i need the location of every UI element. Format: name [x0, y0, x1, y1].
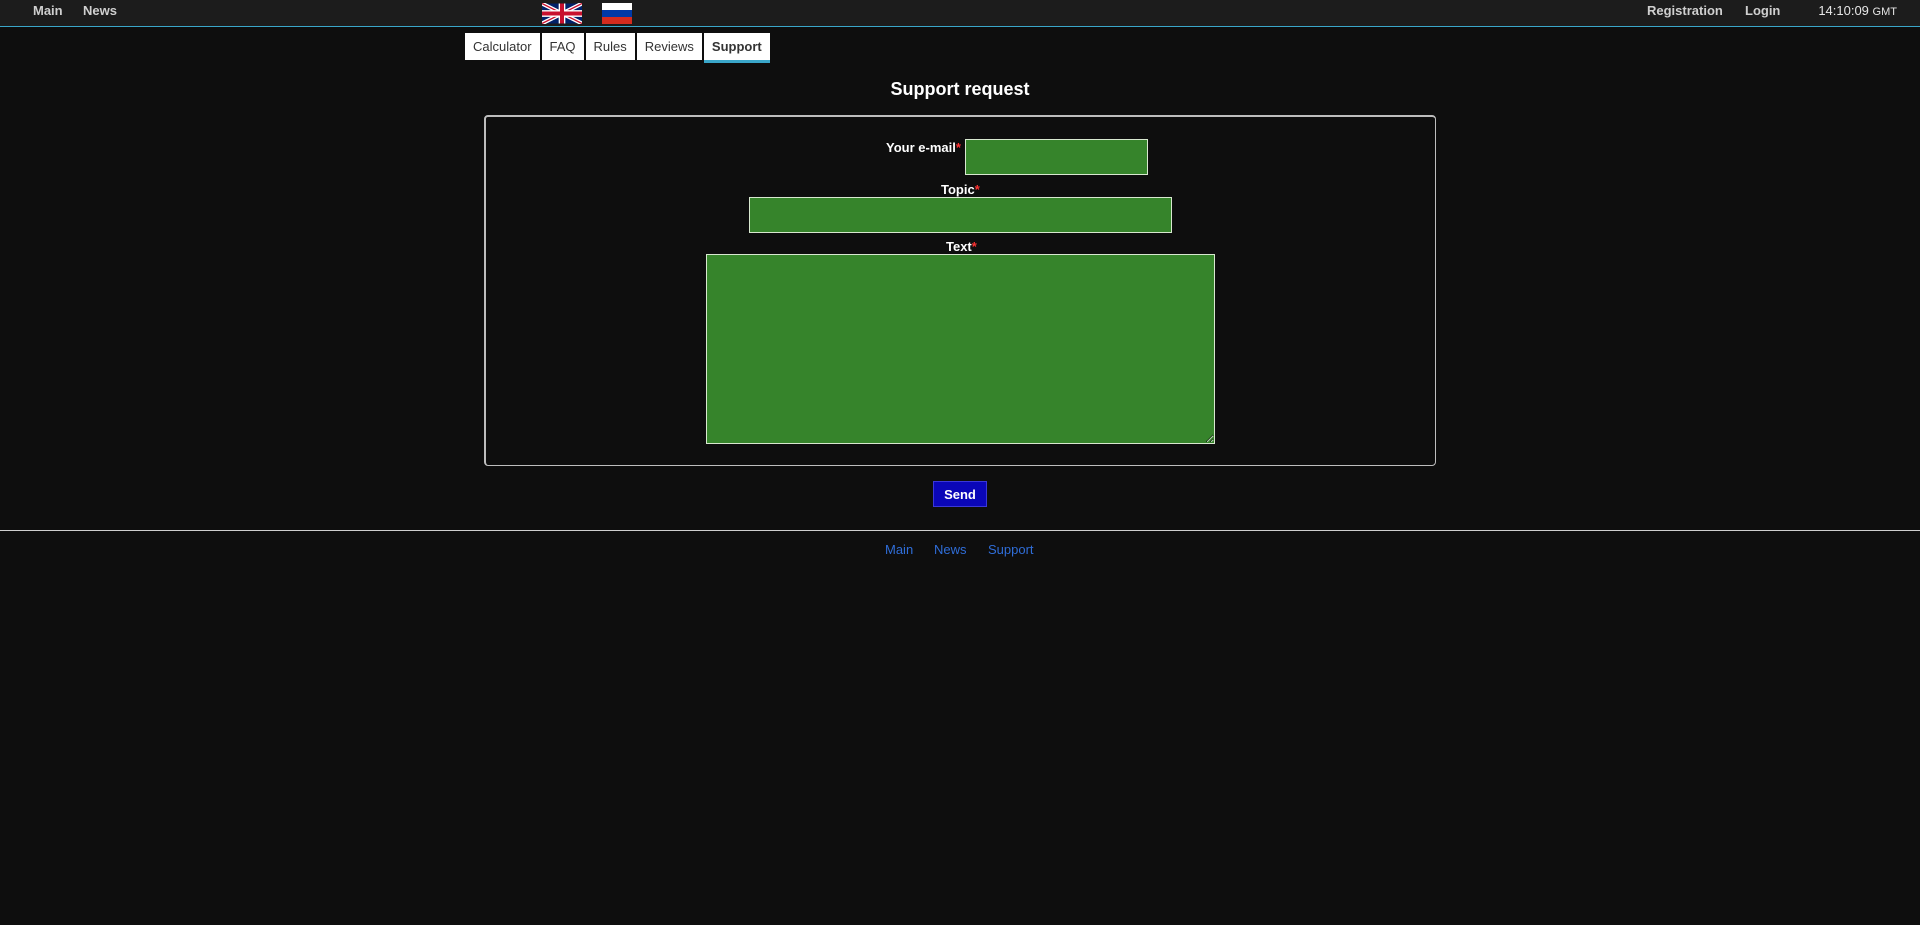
- tab-calculator[interactable]: Calculator: [465, 33, 540, 60]
- email-label-text: Your e-mail: [886, 140, 956, 155]
- topic-input[interactable]: [749, 197, 1172, 233]
- send-button[interactable]: Send: [933, 481, 987, 507]
- top-nav-bar: Main News Registration Login 14:10:09 GM…: [0, 0, 1920, 27]
- footer-divider: [0, 530, 1920, 531]
- clock-zone: GMT: [1872, 6, 1897, 18]
- nav-main-link[interactable]: Main: [33, 3, 63, 18]
- topic-label-text: Topic: [941, 182, 975, 197]
- nav-news-link[interactable]: News: [83, 3, 117, 18]
- text-label: Text*: [946, 239, 977, 254]
- text-label-text: Text: [946, 239, 972, 254]
- email-input[interactable]: [965, 139, 1148, 175]
- tab-reviews[interactable]: Reviews: [636, 33, 702, 60]
- footer-news-link[interactable]: News: [934, 542, 967, 557]
- server-clock: 14:10:09 GMT: [1818, 3, 1897, 20]
- tab-faq[interactable]: FAQ: [541, 33, 584, 60]
- tab-rules[interactable]: Rules: [585, 33, 635, 60]
- page-title: Support request: [890, 79, 1030, 99]
- footer-support-link[interactable]: Support: [988, 542, 1034, 557]
- login-link[interactable]: Login: [1745, 3, 1780, 18]
- text-required-marker: *: [971, 239, 977, 254]
- clock-time: 14:10:09: [1818, 3, 1869, 18]
- email-label: Your e-mail*: [886, 140, 961, 155]
- tab-support[interactable]: Support: [703, 33, 770, 63]
- russia-flag-graphic: [602, 3, 632, 24]
- topic-label: Topic*: [941, 182, 980, 197]
- registration-link[interactable]: Registration: [1647, 3, 1723, 18]
- russia-flag-icon[interactable]: [602, 3, 632, 24]
- section-tabs: Calculator FAQ Rules Reviews Support: [465, 33, 772, 63]
- uk-flag-icon[interactable]: [542, 3, 582, 24]
- topic-required-marker: *: [974, 182, 980, 197]
- footer-main-link[interactable]: Main: [885, 542, 913, 557]
- email-required-marker: *: [955, 140, 961, 155]
- uk-flag-graphic: [542, 3, 582, 24]
- support-form-box: Your e-mail* Topic* Text*: [484, 115, 1436, 466]
- text-textarea[interactable]: [706, 254, 1215, 444]
